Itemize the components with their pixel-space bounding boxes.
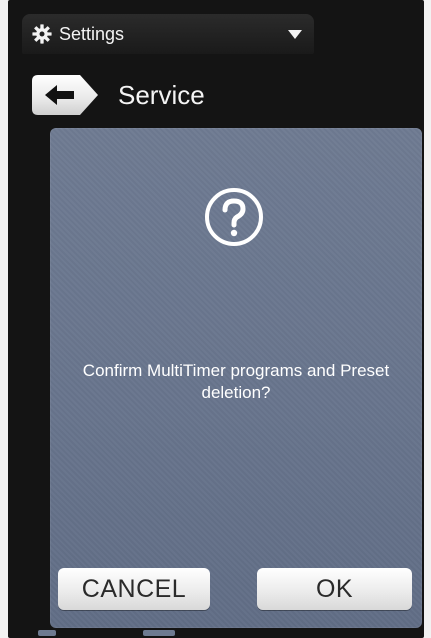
- device-screen: Settings Service Confirm MultiTimer prog…: [8, 0, 424, 638]
- bottom-tab-stub-right: [143, 630, 175, 636]
- cancel-button[interactable]: CANCEL: [58, 568, 210, 610]
- dropdown-arrow-icon[interactable]: [288, 30, 302, 39]
- bottom-tab-stub-left: [38, 630, 56, 636]
- page-header: Service: [30, 70, 205, 120]
- gear-icon: [32, 24, 52, 44]
- question-mark-icon: [205, 188, 263, 246]
- confirm-dialog: Confirm MultiTimer programs and Preset d…: [50, 128, 422, 628]
- dialog-message: Confirm MultiTimer programs and Preset d…: [82, 361, 390, 402]
- page-title: Service: [118, 79, 205, 110]
- settings-menu[interactable]: Settings: [22, 14, 314, 54]
- settings-menu-label: Settings: [59, 23, 125, 44]
- ok-button[interactable]: OK: [257, 568, 412, 610]
- back-button[interactable]: [30, 73, 100, 117]
